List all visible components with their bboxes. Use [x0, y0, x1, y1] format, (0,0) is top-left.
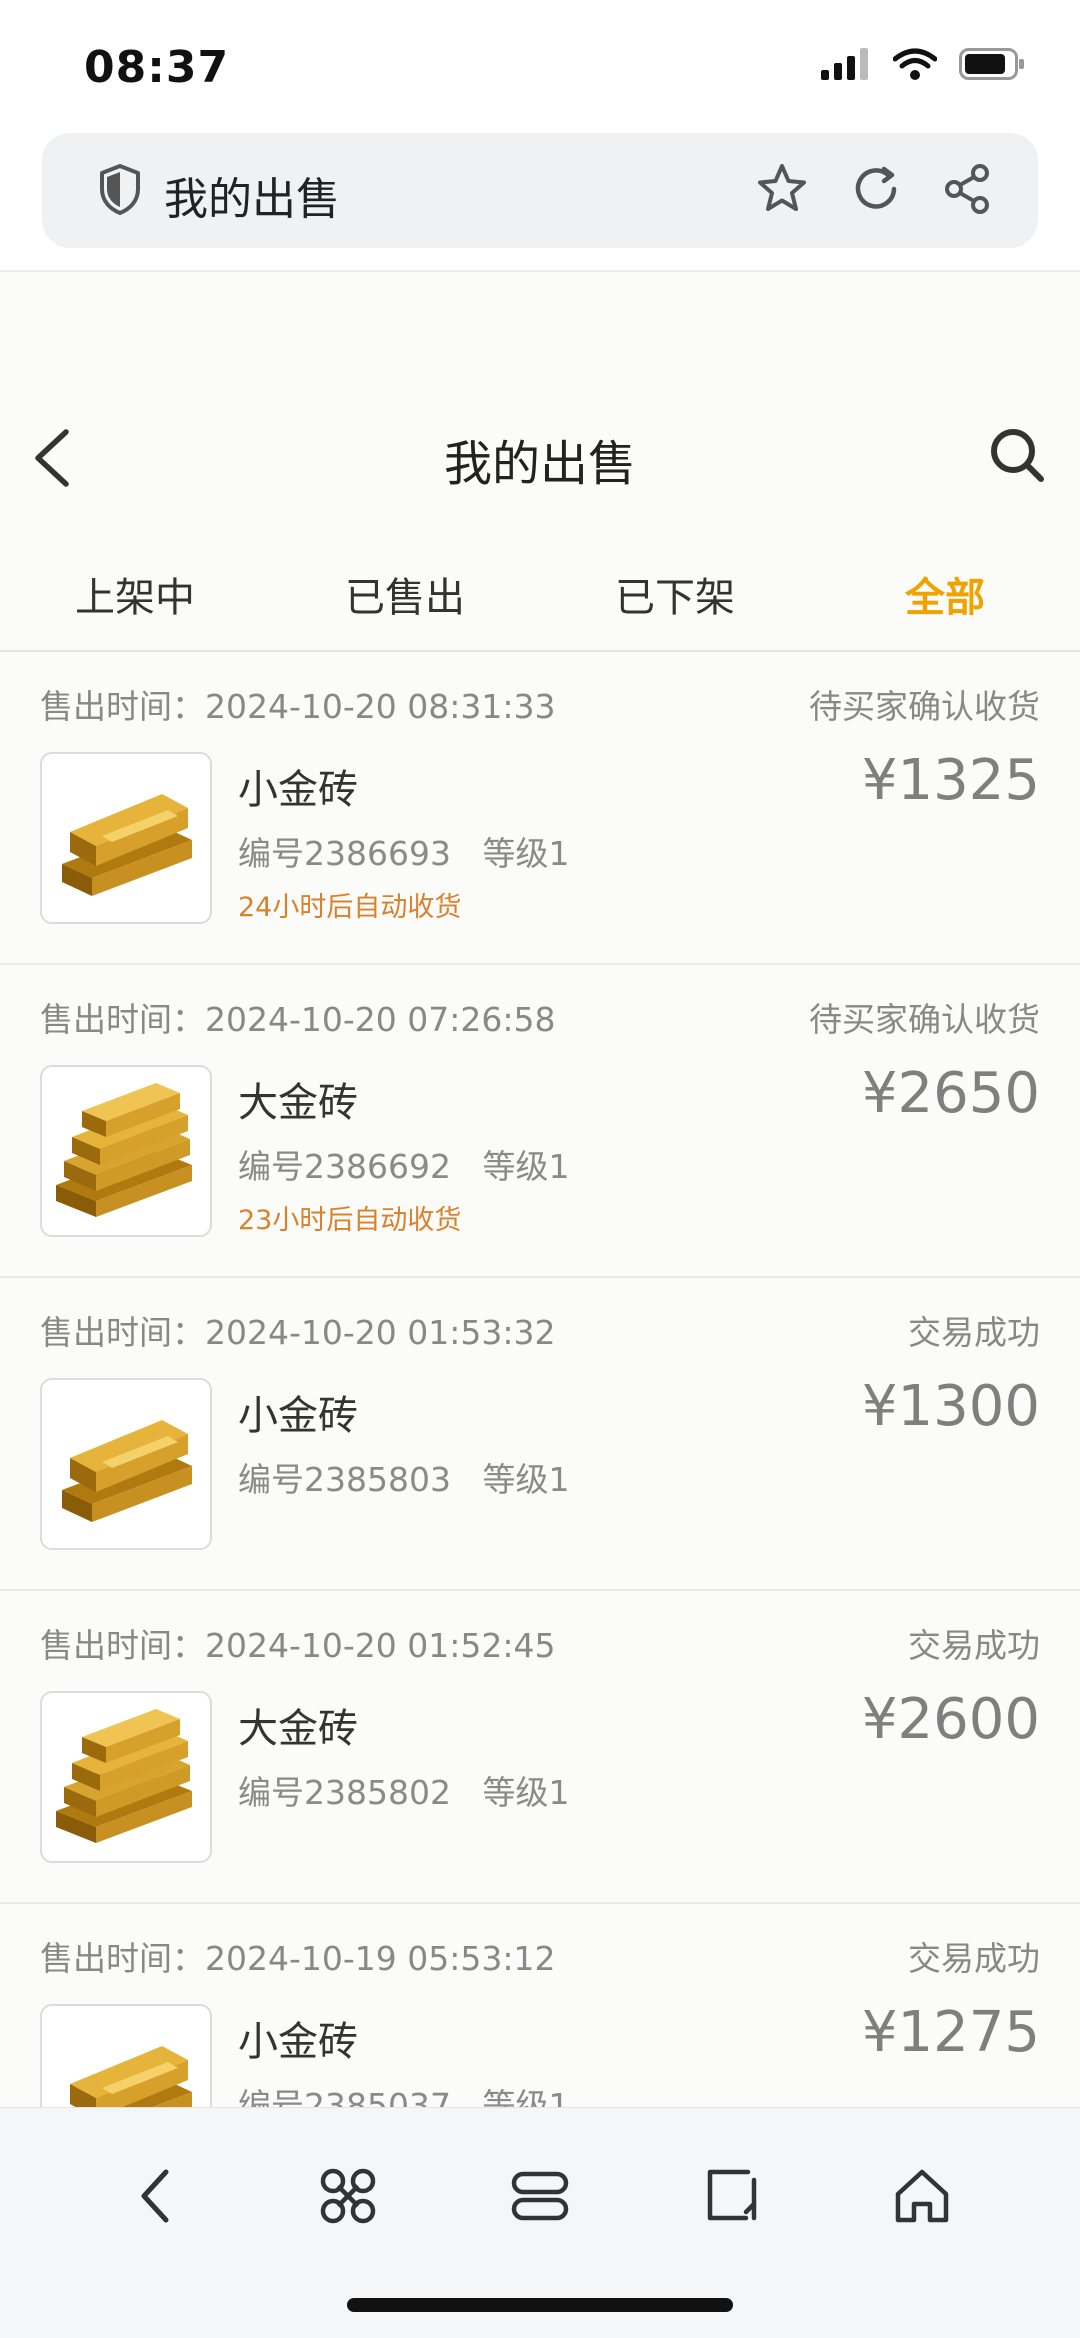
small-gold-brick-icon [62, 794, 192, 896]
order-status: 待买家确认收货 [809, 1000, 1040, 1039]
order-status: 交易成功 [908, 1313, 1040, 1352]
order-card[interactable]: 售出时间：2024-10-20 07:26:58 待买家确认收货 大金砖 编号2… [0, 965, 1080, 1278]
price: ¥2600 [861, 1687, 1040, 1752]
item-meta: 编号2385802 等级1 [238, 1773, 570, 1812]
order-card[interactable]: 售出时间：2024-10-20 01:53:32 交易成功 小金砖 编号2385… [0, 1278, 1080, 1591]
browser-page-title: 我的出售 [164, 174, 340, 225]
auto-receive-note: 23小时后自动收货 [238, 1205, 462, 1236]
order-card[interactable]: 售出时间：2024-10-19 05:53:12 交易成功 小金砖 编号2385… [0, 1904, 1080, 2107]
order-card[interactable]: 售出时间：2024-10-20 01:52:45 交易成功 大金砖 编号2385… [0, 1591, 1080, 1904]
auto-receive-note: 24小时后自动收货 [238, 892, 462, 923]
status-time: 08:37 [84, 42, 230, 93]
nav-tabs-button[interactable] [490, 2146, 590, 2246]
page-header: 我的出售 [0, 400, 1080, 510]
item-thumbnail [40, 1065, 212, 1237]
chevron-left-icon [141, 2169, 169, 2223]
address-bar[interactable]: 我的出售 [42, 133, 1038, 248]
item-thumbnail [40, 752, 212, 924]
item-meta: 编号2385037 等级1 [238, 2086, 570, 2107]
tab-all[interactable]: 全部 [810, 545, 1080, 650]
browser-bar: 我的出售 [0, 130, 1080, 272]
home-indicator[interactable] [347, 2298, 733, 2312]
item-meta: 编号2385803 等级1 [238, 1460, 570, 1499]
nav-back-button[interactable] [106, 2146, 206, 2246]
item-name: 大金砖 [238, 1706, 358, 1752]
order-card[interactable]: 售出时间：2024-10-20 08:31:33 待买家确认收货 小金砖 编号2… [0, 652, 1080, 965]
small-gold-brick-icon [62, 1420, 192, 1522]
page-title: 我的出售 [443, 436, 636, 492]
price: ¥2650 [861, 1061, 1040, 1126]
order-status: 待买家确认收货 [809, 687, 1040, 726]
sale-time: 售出时间：2024-10-20 07:26:58 [40, 1000, 556, 1039]
price: ¥1325 [861, 748, 1040, 813]
tabs-icon [511, 2171, 569, 2221]
star-icon[interactable] [754, 161, 810, 217]
nav-home-button[interactable] [872, 2146, 972, 2246]
tab-listing[interactable]: 上架中 [0, 545, 270, 650]
reload-icon[interactable] [848, 161, 904, 217]
price: ¥1275 [861, 2000, 1040, 2065]
command-icon [320, 2168, 376, 2224]
battery-icon [959, 48, 1024, 80]
item-thumbnail [40, 2004, 212, 2107]
cellular-signal-icon [821, 48, 868, 80]
item-thumbnail [40, 1691, 212, 1863]
item-name: 大金砖 [238, 1080, 358, 1126]
small-gold-brick-icon [70, 2046, 192, 2107]
price: ¥1300 [861, 1374, 1040, 1439]
home-icon [895, 2169, 949, 2223]
item-name: 小金砖 [238, 1393, 358, 1439]
status-bar: 08:37 [0, 0, 1080, 130]
big-gold-brick-icon [56, 1083, 192, 1217]
item-meta: 编号2386693 等级1 [238, 834, 570, 873]
sale-time: 售出时间：2024-10-20 08:31:33 [40, 687, 556, 726]
status-tabs: 上架中 已售出 已下架 全部 [0, 545, 1080, 652]
order-status: 交易成功 [908, 1626, 1040, 1665]
bottom-toolbar [0, 2107, 1080, 2338]
sale-time: 售出时间：2024-10-20 01:53:32 [40, 1313, 556, 1352]
item-name: 小金砖 [238, 767, 358, 813]
item-thumbnail [40, 1378, 212, 1550]
wifi-icon [893, 48, 937, 80]
share-icon[interactable] [940, 161, 996, 217]
nav-new-tab-button[interactable] [682, 2146, 782, 2246]
item-name: 小金砖 [238, 2019, 358, 2065]
sale-time: 售出时间：2024-10-19 05:53:12 [40, 1939, 556, 1978]
order-status: 交易成功 [908, 1939, 1040, 1978]
tab-sold[interactable]: 已售出 [270, 545, 540, 650]
new-tab-icon [707, 2169, 757, 2221]
tab-delisted[interactable]: 已下架 [540, 545, 810, 650]
big-gold-brick-icon [56, 1709, 192, 1843]
shield-icon [100, 164, 140, 215]
sale-time: 售出时间：2024-10-20 01:52:45 [40, 1626, 556, 1665]
order-list: 售出时间：2024-10-20 08:31:33 待买家确认收货 小金砖 编号2… [0, 652, 1080, 2107]
nav-menu-button[interactable] [298, 2146, 398, 2246]
item-meta: 编号2386692 等级1 [238, 1147, 570, 1186]
status-icons [821, 48, 1025, 80]
search-icon[interactable] [988, 426, 1046, 484]
